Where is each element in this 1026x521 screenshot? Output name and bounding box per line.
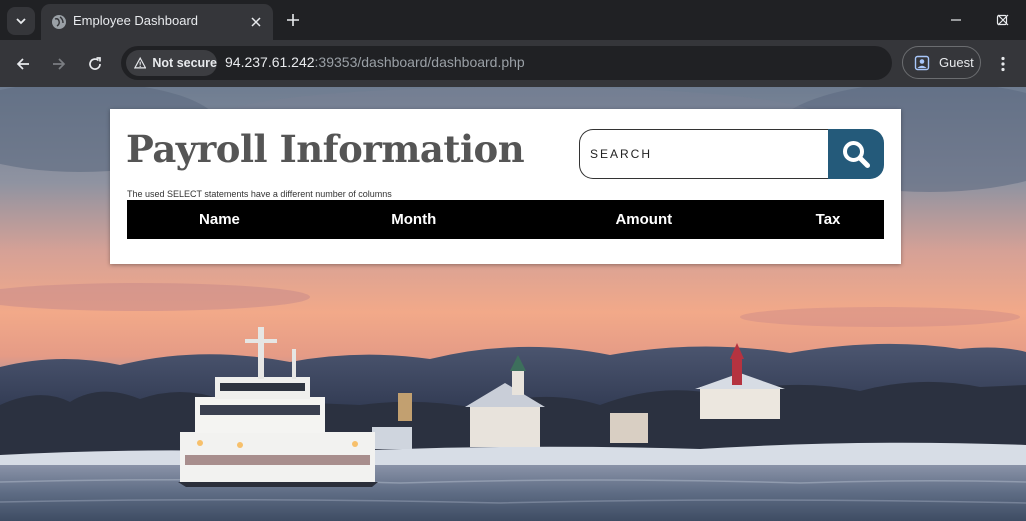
browser-menu-button[interactable]: [991, 50, 1015, 78]
payroll-table: Name Month Amount Tax: [127, 200, 884, 239]
kebab-menu-icon: [1001, 56, 1005, 72]
warning-icon: [134, 56, 147, 69]
column-header-amount[interactable]: Amount: [516, 200, 772, 239]
column-header-tax[interactable]: Tax: [772, 200, 884, 239]
search-input[interactable]: [579, 129, 829, 179]
close-icon: [251, 17, 261, 27]
column-header-name[interactable]: Name: [127, 200, 312, 239]
browser-tab[interactable]: Employee Dashboard: [41, 4, 273, 40]
payroll-card: Payroll Information The used SELECT stat…: [110, 109, 901, 264]
globe-icon: [52, 15, 66, 29]
close-window-button[interactable]: [980, 0, 1026, 40]
sql-error-message: The used SELECT statements have a differ…: [127, 189, 392, 199]
profile-icon: [914, 55, 930, 70]
forward-button[interactable]: [45, 50, 73, 78]
search-button[interactable]: [828, 129, 884, 179]
chevron-down-icon: [16, 18, 26, 25]
close-window-icon: [997, 14, 1009, 26]
column-header-month[interactable]: Month: [312, 200, 516, 239]
tab-close-button[interactable]: [247, 13, 265, 31]
minimize-icon: [951, 19, 961, 21]
browser-title-bar: Employee Dashboard: [0, 0, 1026, 40]
reload-icon: [89, 57, 101, 70]
reload-button[interactable]: [81, 50, 109, 78]
minimize-button[interactable]: [933, 0, 979, 40]
profile-label: Guest: [939, 55, 974, 70]
new-tab-button[interactable]: [283, 10, 303, 30]
page-title: Payroll Information: [126, 127, 525, 171]
back-button[interactable]: [9, 50, 37, 78]
arrow-left-icon: [16, 58, 29, 70]
plus-icon: [287, 14, 299, 26]
tab-search-button[interactable]: [7, 7, 35, 35]
profile-button[interactable]: Guest: [902, 46, 981, 79]
url-host: 94.237.61.242: [225, 54, 315, 70]
security-label: Not secure: [152, 56, 217, 70]
arrow-right-icon: [53, 58, 66, 70]
tab-title: Employee Dashboard: [73, 13, 199, 28]
url-text[interactable]: 94.237.61.242:39353/dashboard/dashboard.…: [225, 54, 525, 70]
security-chip[interactable]: Not secure: [126, 50, 217, 76]
page-viewport: Payroll Information The used SELECT stat…: [0, 87, 1026, 521]
search-icon: [843, 141, 870, 168]
browser-toolbar: Not secure 94.237.61.242:39353/dashboard…: [0, 40, 1026, 87]
table-header-row: Name Month Amount Tax: [127, 200, 884, 239]
url-path: :39353/dashboard/dashboard.php: [314, 54, 525, 70]
address-bar[interactable]: Not secure 94.237.61.242:39353/dashboard…: [121, 46, 892, 80]
